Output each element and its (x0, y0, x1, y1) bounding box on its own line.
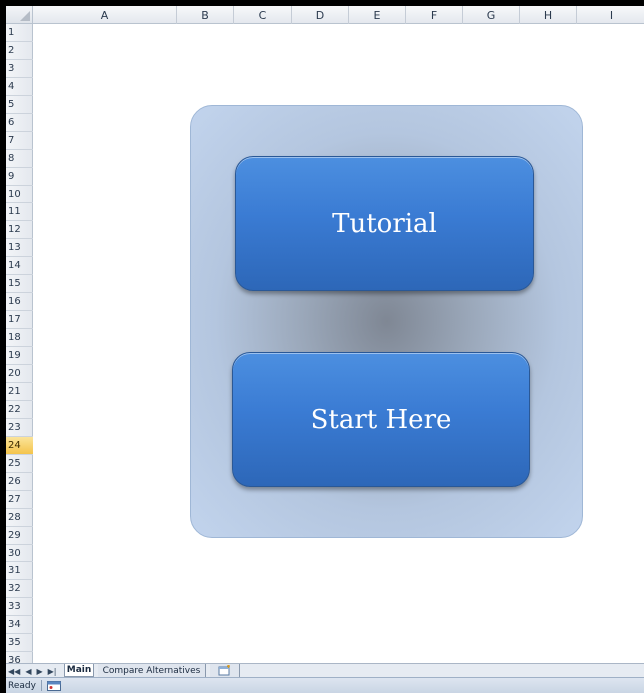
sheet-tab-bar: ◀◀ ◀ ▶ ▶| Main Compare Alternatives (6, 663, 644, 677)
row-header-22[interactable]: 22 (6, 401, 33, 419)
row-header-27[interactable]: 27 (6, 491, 33, 509)
row-header-4[interactable]: 4 (6, 78, 33, 96)
row-header-8[interactable]: 8 (6, 150, 33, 168)
row-header-21[interactable]: 21 (6, 383, 33, 401)
row-header-17[interactable]: 17 (6, 311, 33, 330)
status-separator (40, 680, 42, 691)
column-header-b[interactable]: B (177, 6, 234, 24)
row-header-18[interactable]: 18 (6, 329, 33, 348)
last-sheet-button[interactable]: ▶| (48, 667, 57, 676)
row-header-25[interactable]: 25 (6, 455, 33, 473)
row-header-23[interactable]: 23 (6, 419, 33, 437)
row-header-12[interactable]: 12 (6, 221, 33, 240)
prev-sheet-button[interactable]: ◀ (25, 667, 31, 676)
status-text: Ready (8, 680, 36, 691)
row-header-35[interactable]: 35 (6, 634, 33, 653)
row-header-29[interactable]: 29 (6, 527, 33, 545)
column-header-i[interactable]: I (577, 6, 644, 24)
row-header-13[interactable]: 13 (6, 239, 33, 258)
row-header-6[interactable]: 6 (6, 114, 33, 132)
column-header-h[interactable]: H (520, 6, 577, 24)
row-header-33[interactable]: 33 (6, 598, 33, 617)
column-header-f[interactable]: F (406, 6, 463, 24)
row-header-34[interactable]: 34 (6, 616, 33, 635)
column-header-c[interactable]: C (234, 6, 292, 24)
next-sheet-button[interactable]: ▶ (36, 667, 42, 676)
column-header-a[interactable]: A (33, 6, 177, 24)
insert-sheet-icon (218, 665, 230, 676)
row-header-2[interactable]: 2 (6, 42, 33, 60)
insert-sheet-button[interactable] (210, 664, 240, 677)
row-header-15[interactable]: 15 (6, 275, 33, 294)
row-header-16[interactable]: 16 (6, 293, 33, 312)
start-here-button[interactable]: Start Here (232, 352, 530, 487)
row-header-10[interactable]: 10 (6, 186, 33, 204)
macro-record-icon[interactable] (46, 680, 61, 691)
row-header-32[interactable]: 32 (6, 580, 33, 599)
row-header-9[interactable]: 9 (6, 168, 33, 186)
row-header-14[interactable]: 14 (6, 257, 33, 276)
row-header-5[interactable]: 5 (6, 96, 33, 114)
excel-window: A B C D E F G H I 1 2 3 4 5 6 7 8 9 10 11 12 13 14 15 1… (6, 6, 644, 693)
row-header-26[interactable]: 26 (6, 473, 33, 491)
worksheet-grid[interactable]: Tutorial Start Here (34, 25, 644, 668)
sheet-tab-compare-alternatives[interactable]: Compare Alternatives (98, 664, 206, 677)
row-header-3[interactable]: 3 (6, 60, 33, 78)
select-all-button[interactable] (6, 6, 33, 24)
row-headers: 1 2 3 4 5 6 7 8 9 10 11 12 13 14 15 16 17 18 19 20 21 22 23 24 2… (6, 24, 33, 671)
row-header-28[interactable]: 28 (6, 509, 33, 527)
column-header-e[interactable]: E (349, 6, 406, 24)
column-header-g[interactable]: G (463, 6, 520, 24)
row-header-30[interactable]: 30 (6, 545, 33, 563)
tutorial-button[interactable]: Tutorial (235, 156, 534, 291)
status-bar: Ready (6, 677, 644, 693)
row-header-19[interactable]: 19 (6, 347, 33, 366)
row-header-11[interactable]: 11 (6, 204, 33, 222)
sheet-nav-buttons: ◀◀ ◀ ▶ ▶| (6, 664, 64, 678)
row-header-31[interactable]: 31 (6, 563, 33, 581)
column-header-d[interactable]: D (292, 6, 349, 24)
sheet-tab-main[interactable]: Main (64, 664, 94, 677)
first-sheet-button[interactable]: ◀◀ (8, 667, 20, 676)
row-header-24[interactable]: 24 (6, 436, 33, 455)
row-header-1[interactable]: 1 (6, 24, 33, 42)
row-header-7[interactable]: 7 (6, 132, 33, 150)
column-headers: A B C D E F G H I (33, 6, 644, 24)
row-header-20[interactable]: 20 (6, 365, 33, 383)
